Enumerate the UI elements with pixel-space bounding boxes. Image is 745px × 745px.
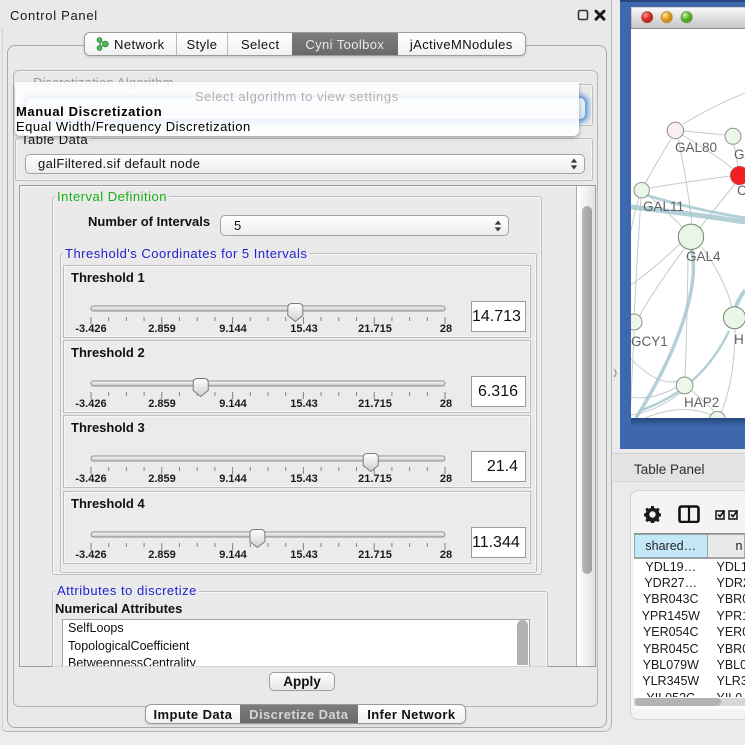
svg-text:H: H bbox=[734, 332, 744, 347]
svg-text:GAL4: GAL4 bbox=[686, 249, 721, 264]
svg-text:GAL11: GAL11 bbox=[643, 199, 684, 214]
svg-text:GCY1: GCY1 bbox=[631, 334, 668, 349]
svg-text:GAL80: GAL80 bbox=[675, 140, 717, 155]
svg-text:GA: GA bbox=[734, 147, 745, 162]
svg-text:HAP2: HAP2 bbox=[684, 395, 719, 410]
svg-text:C: C bbox=[737, 183, 745, 198]
